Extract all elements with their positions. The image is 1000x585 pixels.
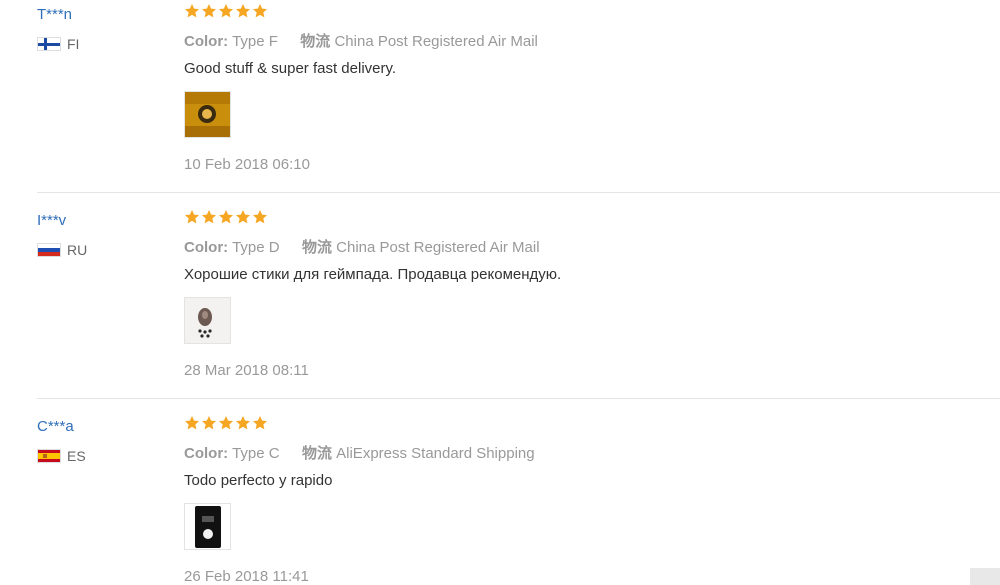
russia-flag-icon bbox=[37, 243, 61, 257]
order-attributes: Color: Type F 物流 China Post Registered A… bbox=[184, 30, 538, 51]
star-icon bbox=[219, 4, 233, 18]
photo-image bbox=[185, 298, 230, 343]
divider bbox=[37, 398, 1000, 399]
color-label: Color: bbox=[184, 33, 229, 50]
star-icon bbox=[253, 210, 267, 224]
shipping-value: China Post Registered Air Mail bbox=[336, 239, 540, 256]
shipping-label: 物流 bbox=[301, 239, 332, 256]
country-code: ES bbox=[67, 448, 86, 464]
star-icon bbox=[202, 210, 216, 224]
star-rating bbox=[184, 3, 268, 19]
color-label: Color: bbox=[184, 239, 229, 256]
shipping-label: 物流 bbox=[301, 445, 332, 462]
order-attributes: Color: Type D 物流 China Post Registered A… bbox=[184, 236, 540, 257]
star-icon bbox=[185, 416, 199, 430]
star-icon bbox=[185, 4, 199, 18]
star-icon bbox=[219, 210, 233, 224]
star-icon bbox=[236, 4, 250, 18]
star-rating bbox=[184, 415, 268, 431]
star-icon bbox=[236, 210, 250, 224]
shipping-value: AliExpress Standard Shipping bbox=[336, 445, 535, 462]
review-text: Good stuff & super fast delivery. bbox=[184, 60, 397, 77]
divider bbox=[37, 192, 1000, 193]
photo-image bbox=[185, 504, 230, 549]
shipping-value: China Post Registered Air Mail bbox=[334, 33, 538, 50]
star-rating bbox=[184, 209, 268, 225]
finland-flag-icon bbox=[37, 37, 61, 51]
review-photo-thumbnail[interactable] bbox=[184, 297, 231, 344]
review-photo-thumbnail[interactable] bbox=[184, 91, 231, 138]
star-icon bbox=[236, 416, 250, 430]
star-icon bbox=[202, 4, 216, 18]
reviewer-country: ES bbox=[37, 447, 86, 465]
color-value: Type F bbox=[232, 33, 278, 50]
reviewer-country: FI bbox=[37, 35, 79, 53]
spain-flag-icon bbox=[37, 449, 61, 463]
shipping-label: 物流 bbox=[300, 33, 331, 50]
color-value: Type D bbox=[232, 239, 280, 256]
reviewer-country: RU bbox=[37, 241, 87, 259]
review-text: Хорошие стики для геймпада. Продавца рек… bbox=[184, 266, 562, 283]
photo-image bbox=[185, 92, 230, 137]
color-label: Color: bbox=[184, 445, 229, 462]
star-icon bbox=[253, 4, 267, 18]
review-date: 10 Feb 2018 06:10 bbox=[184, 156, 310, 173]
star-icon bbox=[253, 416, 267, 430]
reviewer-name[interactable]: T***n bbox=[37, 6, 72, 23]
review-text: Todo perfecto y rapido bbox=[184, 472, 333, 489]
country-code: RU bbox=[67, 242, 88, 258]
color-value: Type C bbox=[232, 445, 280, 462]
reviewer-name[interactable]: I***v bbox=[37, 212, 66, 229]
country-code: FI bbox=[67, 36, 80, 52]
order-attributes: Color: Type C 物流 AliExpress Standard Shi… bbox=[184, 442, 535, 463]
review-date: 28 Mar 2018 08:11 bbox=[184, 362, 309, 379]
scrollbar-corner bbox=[970, 568, 1000, 585]
review-photo-thumbnail[interactable] bbox=[184, 503, 231, 550]
star-icon bbox=[219, 416, 233, 430]
review-date: 26 Feb 2018 11:41 bbox=[184, 568, 309, 585]
reviewer-name[interactable]: C***a bbox=[37, 418, 74, 435]
star-icon bbox=[202, 416, 216, 430]
star-icon bbox=[185, 210, 199, 224]
